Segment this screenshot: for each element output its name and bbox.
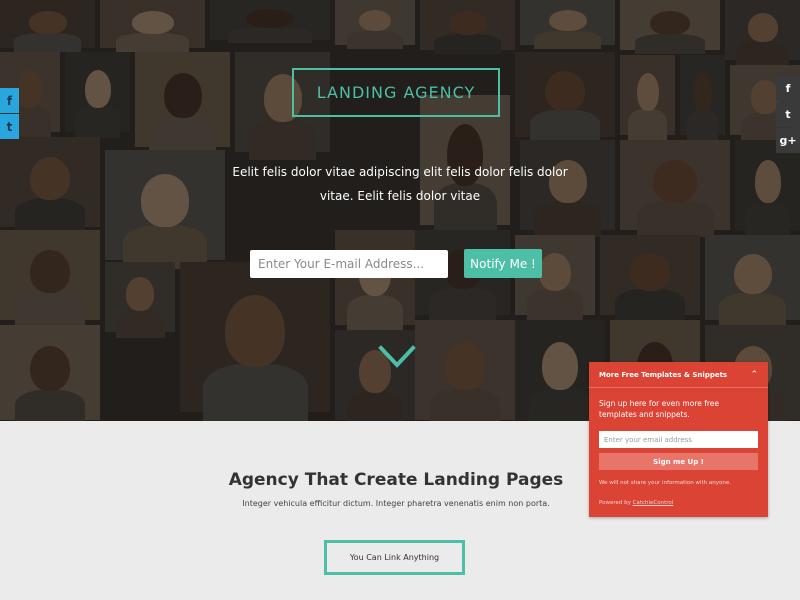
social-share-right: f t g+ (776, 76, 800, 154)
link-anything-button[interactable]: You Can Link Anything (324, 540, 465, 575)
privacy-note: We will not share your information with … (599, 480, 731, 486)
section-subtitle: Integer vehicula efficitur dictum. Integ… (242, 499, 550, 508)
google-plus-glyph: g+ (779, 134, 797, 147)
logo[interactable]: LANDING AGENCY (292, 68, 500, 117)
facebook-glyph: f (6, 93, 13, 108)
signup-button[interactable]: Sign me Up ! (599, 453, 758, 470)
hero-tagline: Eelit felis dolor vitae adipiscing elit … (232, 165, 568, 203)
facebook-glyph: f (785, 82, 791, 95)
twitter-glyph: t (785, 108, 791, 121)
google-plus-icon[interactable]: g+ (776, 128, 800, 153)
twitter-glyph: t (6, 119, 13, 134)
facebook-icon[interactable]: f (0, 88, 19, 113)
widget-email-input[interactable] (599, 431, 758, 448)
powered-prefix: Powered by (599, 500, 631, 506)
notify-button[interactable]: Notify Me ! (464, 249, 542, 278)
twitter-icon[interactable]: t (0, 114, 19, 139)
facebook-icon[interactable]: f (776, 76, 800, 101)
powered-by: Powered by CatchieControl (599, 500, 673, 506)
widget-description: Sign up here for even more free template… (599, 399, 720, 419)
hero-section: LANDING AGENCY Eelit felis dolor vitae a… (0, 0, 800, 421)
chevron-up-icon[interactable]: ⌃ (750, 370, 758, 380)
widget-header[interactable]: More Free Templates & Snippets ⌃ (589, 362, 768, 388)
widget-title: More Free Templates & Snippets (599, 370, 728, 379)
powered-link[interactable]: CatchieControl (633, 500, 674, 506)
newsletter-widget: More Free Templates & Snippets ⌃ Sign up… (589, 362, 768, 517)
logo-text: LANDING AGENCY (316, 83, 476, 102)
section-title: Agency That Create Landing Pages (228, 470, 564, 490)
social-share-left: f t (0, 88, 19, 140)
twitter-icon[interactable]: t (776, 102, 800, 127)
chevron-down-icon[interactable] (378, 344, 416, 370)
email-input[interactable] (250, 250, 448, 278)
